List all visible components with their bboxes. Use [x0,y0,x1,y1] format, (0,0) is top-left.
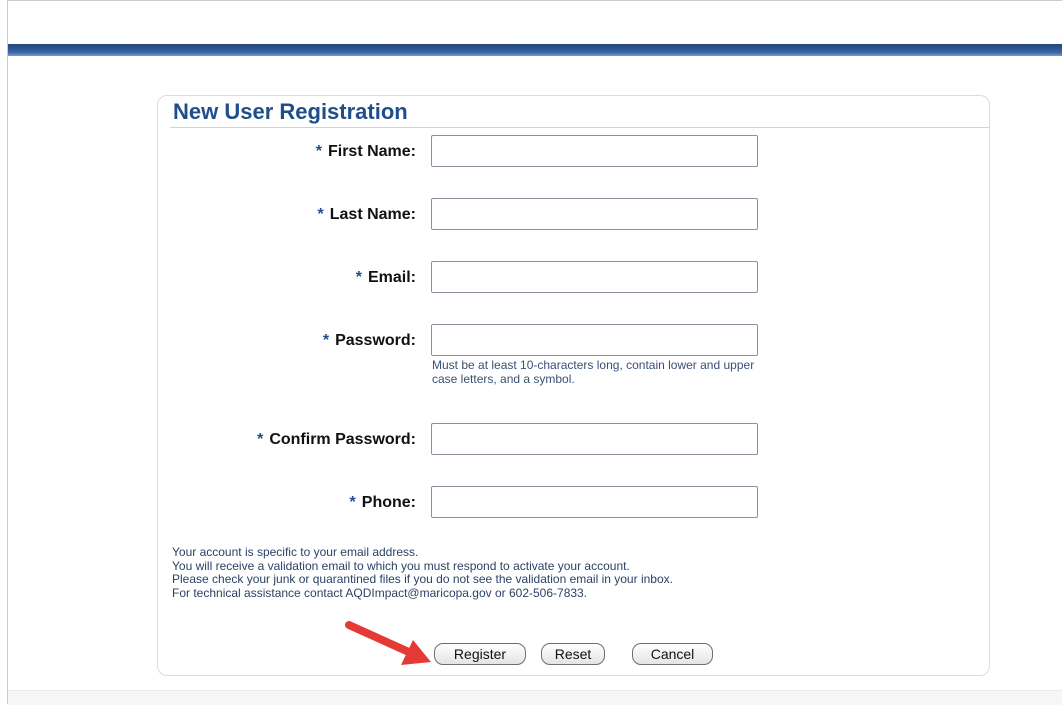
header-bar [8,44,1062,56]
title-divider [170,127,989,128]
note-line: You will receive a validation email to w… [172,558,630,573]
password-label-text: Password: [335,332,416,349]
required-marker: * [349,494,356,511]
email-label: * Email: [356,269,416,287]
reset-button[interactable]: Reset [541,643,605,665]
note-line: For technical assistance contact AQDImpa… [172,585,588,600]
password-hint: Must be at least 10-characters long, con… [432,358,755,386]
arrow-pointer-icon [345,621,431,665]
note-line: Please check your junk or quarantined fi… [172,572,673,586]
first-name-label: * First Name: [316,143,416,161]
first-name-input[interactable] [431,135,758,167]
confirm-password-input[interactable] [431,423,758,455]
confirm-password-label-text: Confirm Password: [269,431,416,448]
required-marker: * [315,143,322,160]
phone-label-text: Phone: [361,494,416,511]
last-name-label-text: Last Name: [329,206,416,223]
registration-notes: Your account is specific to your email a… [172,545,673,600]
footer-band [8,690,1062,705]
required-marker: * [322,332,330,349]
register-button[interactable]: Register [434,643,526,665]
required-marker: * [355,269,362,286]
password-input[interactable] [431,324,758,356]
password-label: * Password: [323,332,416,350]
note-line: Your account is specific to your email a… [172,545,419,559]
first-name-label-text: First Name: [327,143,416,160]
last-name-label: * Last Name: [318,206,416,224]
phone-input[interactable] [431,486,758,518]
last-name-input[interactable] [431,198,758,230]
required-marker: * [257,431,264,448]
phone-label: * Phone: [350,494,416,512]
confirm-password-label: * Confirm Password: [257,431,416,449]
email-input[interactable] [431,261,758,293]
required-marker: * [317,206,324,223]
page-title: New User Registration [173,99,408,124]
cancel-button[interactable]: Cancel [632,643,713,665]
email-label-text: Email: [367,269,416,286]
